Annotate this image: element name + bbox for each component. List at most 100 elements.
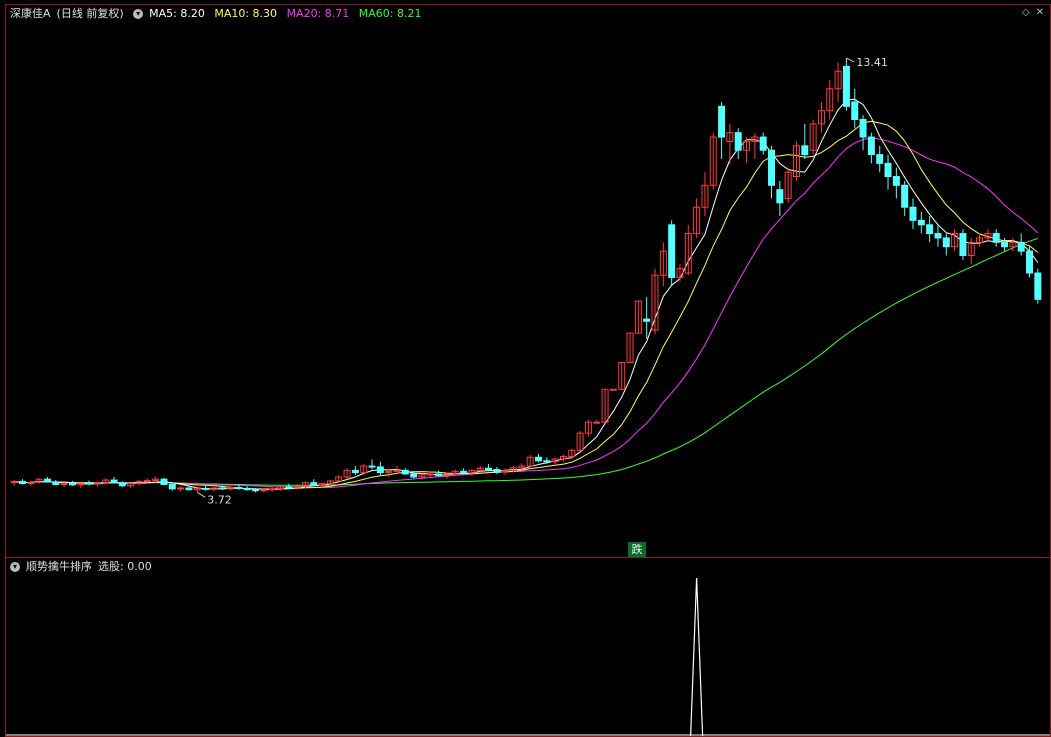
candle-body (842, 65, 850, 107)
candle-body (376, 466, 384, 474)
candle-body (435, 473, 443, 477)
candle-body (351, 469, 359, 474)
candle-body (368, 465, 376, 468)
candle-body (60, 483, 68, 486)
candle (926, 216, 934, 243)
candle-body (851, 101, 859, 121)
candle (1026, 246, 1034, 278)
candle (859, 115, 867, 151)
candle-body (768, 149, 776, 186)
ma10-value: MA10: 8.30 (214, 7, 278, 20)
candle (118, 481, 126, 488)
ma60-line (14, 238, 1038, 486)
candle (1017, 233, 1025, 256)
candle (276, 485, 284, 491)
candle (876, 145, 884, 173)
candle (992, 229, 1000, 247)
candle-body (934, 233, 942, 239)
candle-body (143, 480, 151, 483)
candle-body (460, 470, 468, 474)
period-label: (日线 前复权) (56, 7, 124, 20)
candle-body (485, 467, 493, 471)
collapse-icon[interactable]: ▾ (10, 562, 20, 572)
candle (77, 482, 85, 488)
candle-body (401, 469, 409, 475)
candle-body (534, 456, 542, 462)
candle (110, 477, 118, 484)
candle (884, 154, 892, 190)
candle (268, 487, 276, 492)
close-icon[interactable]: ✕ (1036, 7, 1044, 18)
candle (1001, 237, 1009, 252)
collapse-icon[interactable]: ▾ (133, 9, 144, 19)
candle (634, 300, 642, 334)
candle (609, 388, 617, 391)
candle (526, 455, 534, 467)
indicator-chart (6, 577, 1050, 736)
candle (776, 180, 784, 217)
candle-body (410, 473, 418, 478)
candle (168, 482, 176, 491)
candle (842, 58, 850, 111)
high-marker-line (846, 57, 855, 63)
candle (351, 466, 359, 475)
candle (676, 264, 684, 282)
candle (601, 388, 609, 423)
candle-body (68, 483, 76, 486)
candle (435, 470, 443, 477)
candle-body (734, 132, 742, 151)
ma20-value: MA20: 8.71 (286, 7, 350, 20)
candle-body (876, 154, 884, 164)
candle (834, 62, 842, 102)
candlestick-chart[interactable]: 13.41 3.72 (6, 5, 1050, 557)
candle-body (268, 488, 276, 491)
candle (759, 132, 767, 155)
candle (668, 220, 676, 287)
candle (976, 233, 984, 247)
candle-body (867, 136, 875, 156)
indicator-panel[interactable]: ▾ 顺势擒牛排序 选股: 0.00 (5, 557, 1051, 737)
candle (867, 132, 875, 164)
candle-body (859, 119, 867, 138)
candle (751, 132, 759, 159)
candle (693, 198, 701, 238)
candle (718, 101, 726, 159)
candle (68, 480, 76, 486)
candle-body (43, 478, 51, 483)
candle (967, 237, 975, 265)
candle (909, 198, 917, 230)
corner-icons: ◇ ✕ (1016, 7, 1044, 18)
indicator-value: 选股: 0.00 (98, 560, 152, 573)
candle (10, 480, 18, 486)
candle-body (202, 487, 210, 490)
candle (43, 477, 51, 483)
candle (468, 469, 476, 476)
candle (784, 167, 792, 203)
candle-body (493, 469, 501, 473)
candle-body (252, 489, 260, 492)
candle-body (85, 482, 93, 485)
candle-body (884, 162, 892, 178)
candle (177, 486, 185, 492)
candle-body (310, 482, 318, 486)
candle-body (235, 487, 243, 490)
candle (917, 211, 925, 234)
indicator-name: 顺势擒牛排序 (26, 560, 92, 573)
ma5-value: MA5: 8.20 (149, 7, 205, 20)
candle (817, 101, 825, 133)
candle-body (1017, 241, 1025, 252)
low-price-label: 3.72 (207, 493, 232, 506)
candle-body (926, 224, 934, 235)
candle-body (959, 233, 967, 256)
main-chart-panel[interactable]: 深康佳A (日线 前复权) ▾ MA5: 8.20 MA10: 8.30 MA20:… (5, 4, 1051, 558)
candle (701, 172, 709, 217)
candle (534, 453, 542, 463)
candle-body (593, 421, 601, 424)
diamond-icon[interactable]: ◇ (1022, 7, 1030, 18)
candle-body (668, 224, 676, 278)
candle (768, 145, 776, 199)
candle-body (801, 145, 809, 156)
candle (901, 180, 909, 217)
indicator-signal-spike (690, 577, 704, 736)
candle (659, 242, 667, 287)
